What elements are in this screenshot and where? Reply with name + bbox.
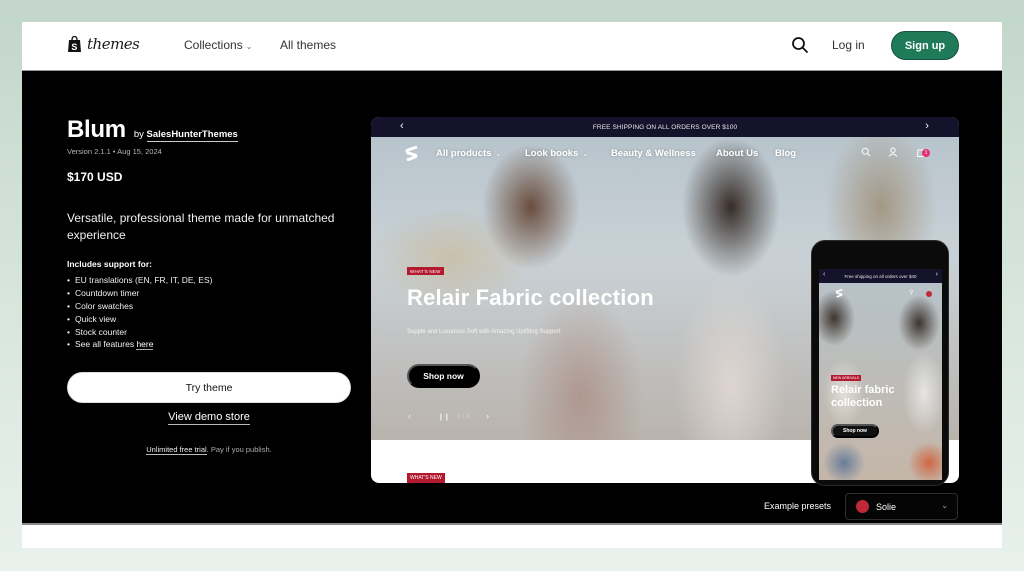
preview-nav-label: Look books [525, 148, 579, 159]
nav-collections[interactable]: Collections ⌄ [184, 38, 252, 52]
feature-item: Countdown timer [67, 288, 212, 301]
page-frame: S themes Collections ⌄ All themes Log in … [22, 22, 1002, 548]
below-fold [22, 525, 1002, 548]
try-theme-button[interactable]: Try theme [67, 372, 351, 403]
shop-now-button[interactable]: Shop now [407, 364, 480, 388]
preview-nav-label: All products [436, 148, 492, 159]
whats-new-badge-lower: WHAT'S NEW [407, 473, 445, 483]
nav-collections-label: Collections [184, 38, 243, 52]
author-link[interactable]: SalesHunterThemes [146, 129, 238, 142]
logo-text: themes [87, 35, 140, 53]
feature-item: Color swatches [67, 301, 212, 314]
chevron-left-icon[interactable]: ‹ [400, 120, 404, 132]
phone-photo [819, 283, 942, 480]
theme-name: Blum [67, 116, 126, 143]
preset-selected-value: Solie [876, 501, 897, 512]
signup-button[interactable]: Sign up [891, 31, 959, 60]
slide-counter: 1 / 3 [457, 413, 470, 420]
chevron-down-icon: ⌄ [941, 501, 948, 510]
phone-announcement-text: Free shipping on all orders over $40 [844, 273, 917, 279]
preview-nav-item[interactable]: Blog [775, 148, 796, 159]
svg-text:S: S [71, 42, 77, 52]
version-info: Version 2.1.1 • Aug 15, 2024 [67, 147, 162, 156]
hero-title: Relair Fabric collection [407, 285, 654, 310]
account-icon[interactable] [888, 147, 898, 157]
preview-nav-item[interactable]: All products ⌄ [436, 148, 501, 159]
example-presets-label: Example presets [764, 501, 832, 511]
chevron-down-icon: ⌄ [582, 151, 589, 158]
chevron-down-icon: ⌄ [245, 42, 253, 51]
feature-item-see-all: See all features here [67, 339, 212, 352]
store-logo-icon [835, 288, 843, 298]
preview-nav-item[interactable]: About Us [716, 148, 758, 159]
nav-all-themes[interactable]: All themes [280, 38, 336, 52]
preview-nav: All products ⌄ Look books ⌄ Beauty & Welln… [371, 137, 959, 169]
preview-nav-item[interactable]: Look books ⌄ [525, 148, 588, 159]
free-trial-link[interactable]: Unlimited free trial [146, 445, 207, 455]
slide-prev-icon[interactable]: ‹ [408, 411, 411, 421]
store-logo-icon [405, 145, 418, 161]
preview-nav-item[interactable]: Beauty & Wellness [611, 148, 696, 159]
price: $170 USD [67, 170, 123, 184]
mobile-preview[interactable]: ‹ Free shipping on all orders over $40 ›… [811, 240, 949, 486]
hero-subtitle: Supple and Luxurious Soft with Amazing U… [407, 329, 561, 335]
shopify-themes-logo[interactable]: S themes [67, 35, 140, 53]
announcement-text: FREE SHIPPING ON ALL ORDERS OVER $100 [592, 123, 738, 131]
chevron-right-icon[interactable]: › [936, 271, 938, 278]
by-prefix: by [133, 129, 144, 140]
view-demo-store-link[interactable]: View demo store [168, 411, 250, 425]
phone-new-arrivals-badge: NEW ARRIVALS [831, 375, 861, 381]
announcement-bar: ‹ FREE SHIPPING ON ALL ORDERS OVER $100 … [371, 117, 959, 137]
search-button[interactable] [791, 36, 809, 54]
author-byline: by SalesHunterThemes [133, 129, 238, 142]
chevron-right-icon[interactable]: › [925, 120, 929, 132]
see-all-text: See all features [75, 339, 137, 350]
feature-item: Quick view [67, 314, 212, 327]
search-icon [792, 37, 808, 53]
chevron-down-icon: ⌄ [495, 151, 502, 158]
search-icon[interactable]: ⚲ [909, 289, 913, 296]
search-icon[interactable] [861, 147, 871, 157]
feature-list: EU translations (EN, FR, IT, DE, ES) Cou… [67, 275, 212, 352]
shopify-bag-icon: S [68, 35, 81, 52]
trial-note: Unlimited free trial. Pay if you publish… [67, 445, 351, 455]
theme-hero: Blum by SalesHunterThemes Version 2.1.1 … [22, 71, 1002, 525]
feature-item: Stock counter [67, 327, 212, 340]
top-nav: S themes Collections ⌄ All themes Log in … [22, 22, 1002, 71]
preset-select[interactable]: Solie ⌄ [845, 493, 958, 520]
phone-shop-now-button[interactable]: Shop now [831, 424, 879, 438]
support-heading: Includes support for: [67, 259, 152, 269]
cart-count-badge: 1 [922, 149, 930, 157]
preset-swatch [856, 500, 869, 513]
slide-next-icon[interactable]: › [486, 411, 489, 421]
pause-icon[interactable]: ❙❙ [438, 413, 450, 421]
trial-suffix: . Pay if you publish. [206, 445, 272, 454]
phone-hero-title: Relair fabric collection [831, 384, 895, 409]
chevron-left-icon[interactable]: ‹ [823, 271, 825, 278]
whats-new-badge: WHAT'S NEW [407, 267, 444, 275]
login-link[interactable]: Log in [832, 38, 865, 52]
feature-item: EU translations (EN, FR, IT, DE, ES) [67, 275, 212, 288]
theme-description: Versatile, professional theme made for u… [67, 211, 335, 242]
title-row: Blum by SalesHunterThemes [67, 116, 238, 144]
see-all-features-link[interactable]: here [136, 339, 154, 351]
cart-badge [926, 291, 932, 297]
phone-announcement-bar: ‹ Free shipping on all orders over $40 › [819, 269, 942, 283]
demo-link-wrap: View demo store [67, 411, 351, 425]
